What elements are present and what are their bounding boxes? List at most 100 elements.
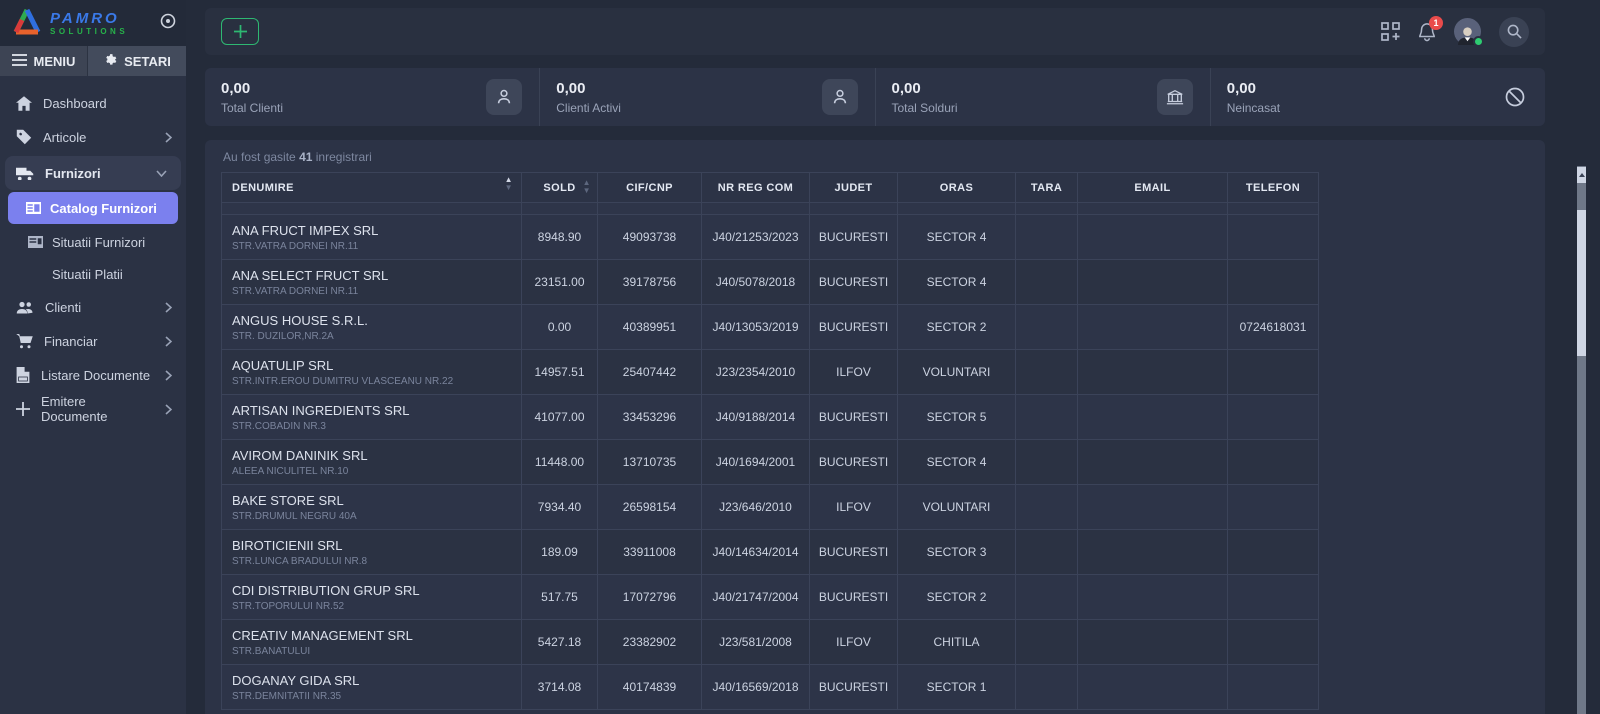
column-header-denumire[interactable]: DENUMIRE ▲▼ — [222, 173, 522, 203]
supplier-address: STR.TOPORULUI NR.52 — [232, 601, 521, 612]
supplier-address: STR.INTR.EROU DUMITRU VLASCEANU NR.22 — [232, 376, 521, 387]
apps-grid-plus-icon[interactable] — [1381, 22, 1400, 41]
table-row[interactable]: ANA FRUCT IMPEX SRLSTR.VATRA DORNEI NR.1… — [222, 215, 1319, 260]
column-header-judet[interactable]: JUDET — [810, 173, 898, 203]
stat-neincasat: 0,00 Neincasat — [1210, 68, 1545, 126]
stat-label: Clienti Activi — [556, 101, 621, 115]
plus-icon — [16, 402, 30, 416]
settings-button[interactable]: SETARI — [88, 46, 186, 76]
table-row[interactable]: DOGANAY GIDA SRLSTR.DEMNITATII NR.353714… — [222, 665, 1319, 710]
column-header-sold[interactable]: SOLD ▲▼ — [522, 173, 598, 203]
cell-tara — [1016, 530, 1078, 575]
cell-cif: 26598154 — [598, 485, 702, 530]
sidebar-item-situatii-furnizori[interactable]: Situatii Furnizori — [0, 226, 186, 258]
cell-judet: ILFOV — [810, 620, 898, 665]
stat-value: 0,00 — [1227, 80, 1280, 97]
stat-value: 0,00 — [892, 80, 958, 97]
column-header-telefon[interactable]: TELEFON — [1228, 173, 1319, 203]
cell-cif: 40174839 — [598, 665, 702, 710]
chevron-right-icon — [165, 404, 172, 415]
add-button[interactable] — [221, 18, 259, 45]
column-header-tara[interactable]: TARA — [1016, 173, 1078, 203]
sidebar-item-emitere-documente[interactable]: Emitere Documente — [0, 392, 186, 426]
cell-nrreg: J40/16569/2018 — [702, 665, 810, 710]
cell-denumire: DOGANAY GIDA SRLSTR.DEMNITATII NR.35 — [222, 665, 522, 710]
search-icon — [1507, 24, 1522, 39]
sidebar-item-furnizori[interactable]: Furnizori — [5, 156, 181, 190]
cell-cif: 49093738 — [598, 215, 702, 260]
bank-icon[interactable] — [1157, 79, 1193, 115]
table-row[interactable]: ANA SELECT FRUCT SRLSTR.VATRA DORNEI NR.… — [222, 260, 1319, 305]
sort-icon-asc[interactable]: ▲▼ — [505, 176, 513, 192]
supplier-name: DOGANAY GIDA SRL — [232, 673, 521, 688]
sidebar-item-dashboard[interactable]: Dashboard — [0, 86, 186, 120]
chevron-right-icon — [165, 132, 172, 143]
sidebar-item-financiar[interactable]: Financiar — [0, 324, 186, 358]
cell-sold: 517.75 — [522, 575, 598, 620]
table-row[interactable]: CREATIV MANAGEMENT SRLSTR.BANATULUI5427.… — [222, 620, 1319, 665]
sort-icon[interactable]: ▲▼ — [583, 179, 591, 195]
cell-judet: ILFOV — [810, 350, 898, 395]
tag-icon — [16, 129, 32, 145]
cell-tara — [1016, 260, 1078, 305]
sidebar-item-clienti[interactable]: Clienti — [0, 290, 186, 324]
cell-tara — [1016, 350, 1078, 395]
menu-toggle-button[interactable]: MENIU — [0, 46, 88, 76]
home-icon — [16, 96, 32, 111]
cell-oras: SECTOR 2 — [898, 575, 1016, 620]
cell-denumire: BIROTICIENII SRLSTR.LUNCA BRADULUI NR.8 — [222, 530, 522, 575]
sidebar-item-situatii-platii[interactable]: Situatii Platii — [0, 258, 186, 290]
column-header-cif[interactable]: CIF/CNP — [598, 173, 702, 203]
sidebar-item-label: Listare Documente — [41, 368, 150, 383]
brand-sub: SOLUTIONS — [50, 28, 128, 36]
plus-icon — [234, 25, 247, 38]
ban-icon[interactable] — [1497, 79, 1533, 115]
column-header-nrregcom[interactable]: NR REG COM — [702, 173, 810, 203]
supplier-name: BAKE STORE SRL — [232, 493, 521, 508]
cell-sold: 0.00 — [522, 305, 598, 350]
table-row[interactable]: ARTISAN INGREDIENTS SRLSTR.COBADIN NR.34… — [222, 395, 1319, 440]
sidebar-menubar: MENIU SETARI — [0, 46, 186, 76]
logo-area[interactable]: PAMRO SOLUTIONS — [0, 0, 186, 46]
cell-oras: VOLUNTARI — [898, 350, 1016, 395]
table-row[interactable]: ANGUS HOUSE S.R.L.STR. DUZILOR,NR.2A0.00… — [222, 305, 1319, 350]
cell-oras: SECTOR 2 — [898, 305, 1016, 350]
stat-label: Neincasat — [1227, 101, 1280, 115]
scrollbar-thumb[interactable] — [1577, 210, 1586, 356]
supplier-name: AQUATULIP SRL — [232, 358, 521, 373]
cell-tara — [1016, 575, 1078, 620]
cell-email — [1078, 350, 1228, 395]
notifications-button[interactable]: 1 — [1418, 22, 1436, 42]
column-header-email[interactable]: EMAIL — [1078, 173, 1228, 203]
table-row[interactable]: AQUATULIP SRL STR.INTR.EROU DUMITRU VLASC… — [222, 350, 1319, 395]
card-list-icon — [28, 236, 43, 248]
vertical-scrollbar[interactable] — [1577, 166, 1586, 714]
sidebar-item-articole[interactable]: Articole — [0, 120, 186, 154]
cell-nrreg: J23/581/2008 — [702, 620, 810, 665]
cell-sold: 11448.00 — [522, 440, 598, 485]
table-row[interactable]: BAKE STORE SRLSTR.DRUMUL NEGRU 40A7934.4… — [222, 485, 1319, 530]
sidebar-item-label: Clienti — [45, 300, 81, 315]
online-status-dot — [1473, 36, 1484, 47]
chevron-right-icon — [165, 370, 172, 381]
user-avatar[interactable] — [1454, 18, 1481, 45]
sidebar-item-label: Financiar — [44, 334, 97, 349]
sidebar-item-listare-documente[interactable]: Listare Documente — [0, 358, 186, 392]
cell-oras: SECTOR 1 — [898, 665, 1016, 710]
sidebar-item-label: Articole — [43, 130, 86, 145]
table-row[interactable]: CDI DISTRIBUTION GRUP SRLSTR.TOPORULUI N… — [222, 575, 1319, 620]
cell-judet: BUCURESTI — [810, 305, 898, 350]
scroll-up-button[interactable] — [1577, 167, 1586, 183]
search-button[interactable] — [1499, 17, 1529, 47]
supplier-name: AVIROM DANINIK SRL — [232, 448, 521, 463]
table-row[interactable]: AVIROM DANINIK SRLALEEA NICULITEL NR.101… — [222, 440, 1319, 485]
person-icon[interactable] — [486, 79, 522, 115]
cell-email — [1078, 215, 1228, 260]
sidebar-item-catalog-furnizori[interactable]: Catalog Furnizori — [8, 192, 178, 224]
table-row[interactable]: BIROTICIENII SRLSTR.LUNCA BRADULUI NR.81… — [222, 530, 1319, 575]
person-icon[interactable] — [822, 79, 858, 115]
cell-email — [1078, 260, 1228, 305]
cell-oras: SECTOR 4 — [898, 260, 1016, 305]
supplier-name: CREATIV MANAGEMENT SRL — [232, 628, 521, 643]
column-header-oras[interactable]: ORAS — [898, 173, 1016, 203]
